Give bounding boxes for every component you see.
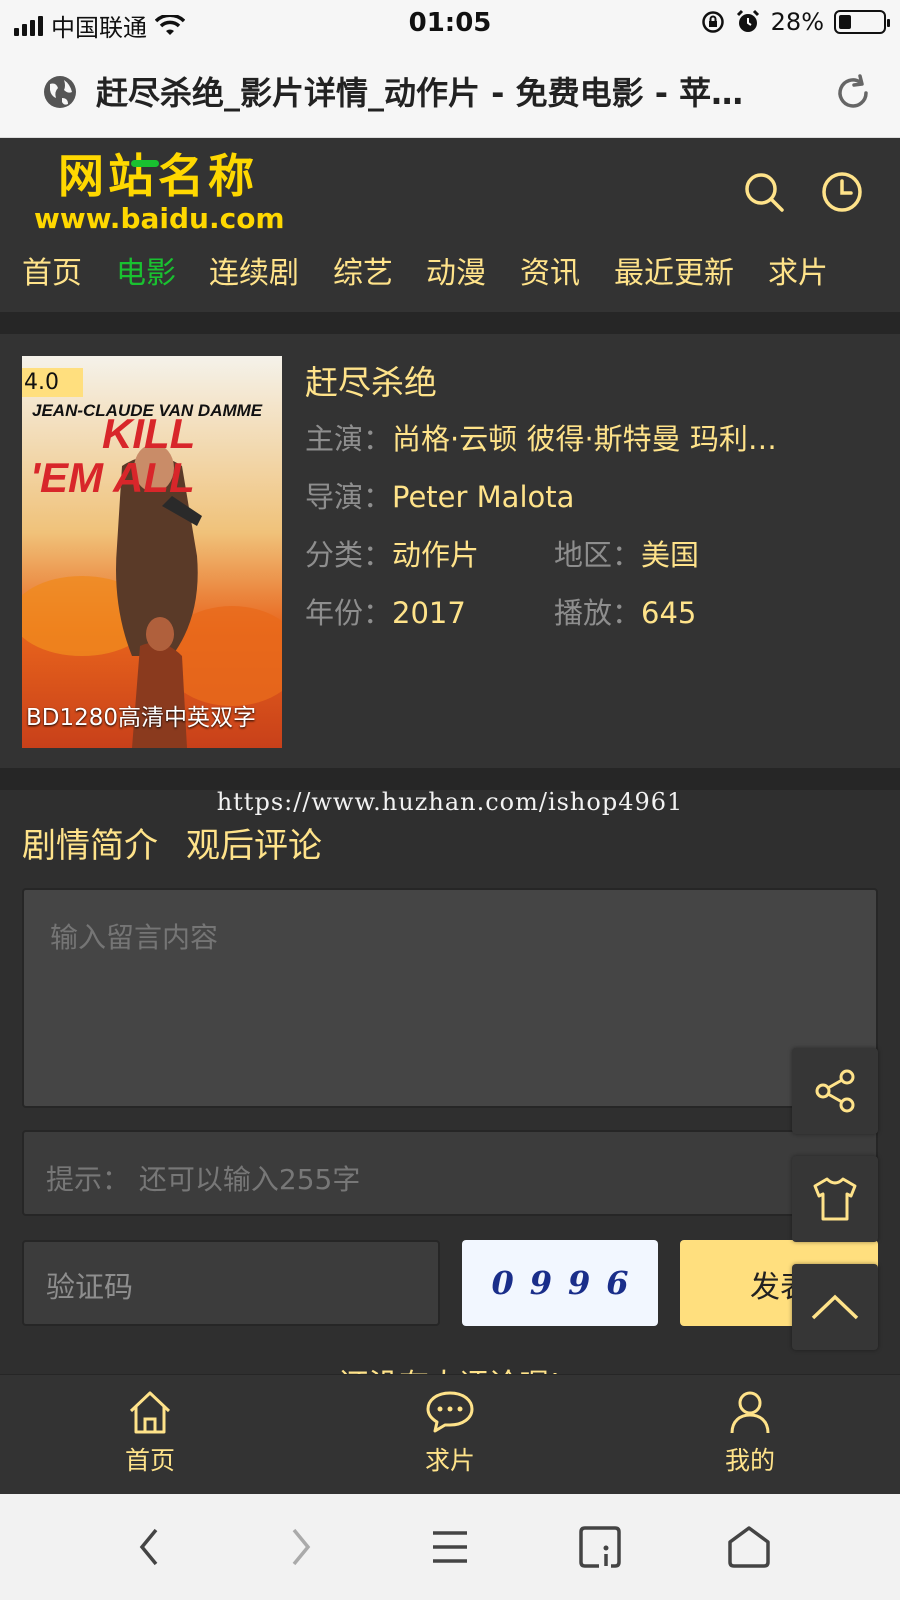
share-icon <box>815 1069 855 1113</box>
director-row: 导演：Peter Malota <box>305 474 574 516</box>
movie-detail: JEAN-CLAUDE VAN DAMME KILL 'EM ALL 4.0 B… <box>0 334 900 768</box>
tabbar-request-label: 求片 <box>424 1446 475 1475</box>
history-icon[interactable] <box>820 170 864 214</box>
reload-icon[interactable] <box>832 72 874 114</box>
nav-request[interactable]: 求片 <box>768 248 828 292</box>
theme-button[interactable] <box>792 1156 878 1242</box>
captcha-char: 9 <box>529 1264 552 1302</box>
battery-icon <box>834 10 890 34</box>
tabbar-request[interactable]: 求片 <box>390 1389 510 1477</box>
back-to-top-button[interactable] <box>792 1264 878 1350</box>
category-row: 分类：动作片 <box>305 532 479 574</box>
tabbar-mine[interactable]: 我的 <box>690 1389 810 1477</box>
captcha-char: 0 <box>491 1264 514 1302</box>
captcha-image[interactable]: 0 9 9 6 <box>462 1240 658 1326</box>
region-row: 地区：美国 <box>554 532 699 574</box>
nav-series[interactable]: 连续剧 <box>209 248 299 292</box>
nav-variety[interactable]: 综艺 <box>333 248 393 292</box>
poster-art: JEAN-CLAUDE VAN DAMME KILL 'EM ALL <box>22 356 282 748</box>
chat-icon <box>426 1391 474 1433</box>
chevron-up-icon <box>811 1294 859 1320</box>
tab-synopsis[interactable]: 剧情简介 <box>22 826 158 866</box>
globe-icon <box>44 76 76 108</box>
director-label: 导演： <box>305 480 393 514</box>
tabbar-mine-label: 我的 <box>724 1446 775 1475</box>
comment-input[interactable] <box>22 888 878 1108</box>
section-divider <box>0 768 900 790</box>
watermark-text: https://www.huzhan.com/ishop4961 <box>216 788 684 816</box>
char-limit-hint: 提示： 还可以输入255字 <box>22 1130 878 1216</box>
cast-label: 主演： <box>305 422 393 456</box>
year-label: 年份： <box>305 596 393 630</box>
category-label: 分类： <box>305 538 393 572</box>
site-logo[interactable]: 网站名称 www.baidu.com <box>34 148 285 235</box>
nav-anime[interactable]: 动漫 <box>426 248 486 292</box>
bottom-tab-bar: 首页 求片 我的 <box>0 1374 900 1494</box>
tshirt-icon <box>813 1177 857 1221</box>
poster-title-line-1: KILL <box>102 410 195 457</box>
tabbar-home[interactable]: 首页 <box>90 1389 210 1477</box>
home-icon <box>129 1391 171 1434</box>
plays-value: 645 <box>641 596 697 630</box>
captcha-char: 9 <box>568 1264 591 1302</box>
year-row: 年份：2017 <box>305 590 466 632</box>
director-value: Peter Malota <box>392 480 575 514</box>
tabbar-home-label: 首页 <box>124 1446 175 1475</box>
nav-news[interactable]: 资讯 <box>520 248 580 292</box>
menu-icon[interactable] <box>427 1524 473 1570</box>
back-icon[interactable] <box>128 1524 174 1570</box>
region-value: 美国 <box>641 538 700 572</box>
detail-tabs: 剧情简介 观后评论 <box>22 818 350 867</box>
captcha-char: 6 <box>606 1264 629 1302</box>
tab-reviews[interactable]: 观后评论 <box>186 826 322 866</box>
plays-label: 播放： <box>554 596 642 630</box>
cast-value: 尚格·云顿 彼得·斯特曼 玛利… <box>392 422 777 456</box>
address-bar[interactable]: 赶尽杀绝_影片详情_动作片 - 免费电影 - 苹… <box>0 46 900 138</box>
nav-movies[interactable]: 电影 <box>116 248 176 292</box>
nav-recent[interactable]: 最近更新 <box>614 248 734 292</box>
score-badge: 4.0 <box>22 368 83 397</box>
status-right: 28% <box>701 8 890 36</box>
quality-label: BD1280高清中英双字 <box>26 705 257 731</box>
share-button[interactable] <box>792 1048 878 1134</box>
main-nav: 首页 电影 连续剧 综艺 动漫 资讯 最近更新 求片 <box>0 248 900 312</box>
rotation-lock-icon <box>701 11 724 33</box>
forward-icon[interactable] <box>276 1524 322 1570</box>
battery-percent: 28% <box>770 8 824 36</box>
poster-title-line-2: 'EM ALL <box>30 454 195 501</box>
tabs-icon[interactable] <box>577 1524 623 1570</box>
user-icon <box>730 1391 770 1434</box>
active-nav-indicator <box>131 160 159 167</box>
status-bar: 中国联通 01:05 28% <box>0 0 900 46</box>
home-browser-icon[interactable] <box>726 1524 772 1570</box>
captcha-input[interactable]: 验证码 <box>22 1240 440 1326</box>
page-title[interactable]: 赶尽杀绝_影片详情_动作片 - 免费电影 - 苹… <box>96 68 796 114</box>
plays-row: 播放：645 <box>554 590 696 632</box>
cast-row: 主演：尚格·云顿 彼得·斯特曼 玛利… <box>305 416 777 458</box>
region-label: 地区： <box>554 538 642 572</box>
category-value: 动作片 <box>392 538 480 572</box>
movie-title: 赶尽杀绝 <box>305 363 437 402</box>
section-divider <box>0 312 900 334</box>
logo-url: www.baidu.com <box>34 202 285 235</box>
nav-home[interactable]: 首页 <box>22 248 82 292</box>
battery-fill <box>839 15 851 29</box>
alarm-icon <box>736 9 759 32</box>
year-value: 2017 <box>392 596 466 630</box>
logo-name: 网站名称 <box>58 149 258 203</box>
browser-toolbar <box>0 1494 900 1600</box>
search-icon[interactable] <box>742 170 786 214</box>
movie-poster[interactable]: JEAN-CLAUDE VAN DAMME KILL 'EM ALL 4.0 B… <box>22 356 282 748</box>
